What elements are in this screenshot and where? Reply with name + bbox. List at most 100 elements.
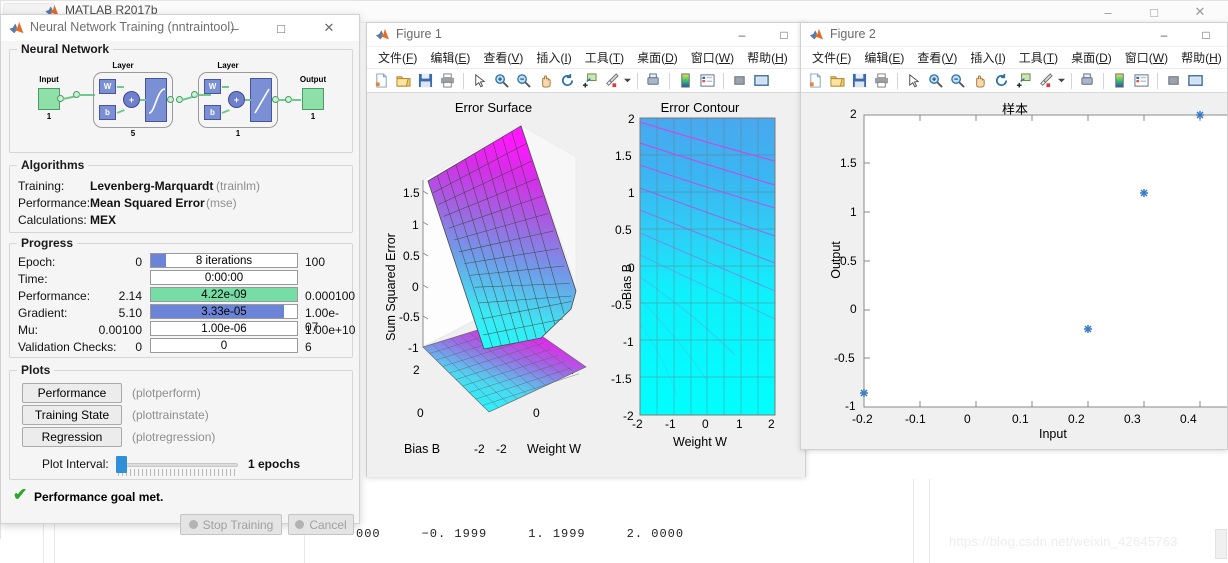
- figure-2-maximize-button[interactable]: □: [1185, 23, 1227, 47]
- print-figure-icon[interactable]: [871, 71, 892, 91]
- menu-tools[interactable]: 工具(T): [579, 48, 631, 67]
- brush-dropdown-icon[interactable]: [1057, 71, 1066, 91]
- wire-f: [291, 99, 301, 101]
- rotate-3d-icon[interactable]: [991, 71, 1012, 91]
- error-surface-axes[interactable]: Error Surface Sum Squared Error 1.5 1 0.…: [371, 95, 616, 470]
- nntraintool-minimize-button[interactable]: –: [215, 15, 255, 41]
- figure-1-toolbar[interactable]: [367, 69, 805, 93]
- figure-1-menubar[interactable]: 文件(F) 编辑(E) 查看(V) 插入(I) 工具(T) 桌面(D) 窗口(W…: [367, 47, 805, 69]
- layer1-weight-block: W: [99, 79, 116, 94]
- figure-2-titlebar[interactable]: Figure 2 – □: [801, 23, 1227, 47]
- matlab-logo-icon: [376, 28, 389, 40]
- menu-window[interactable]: 窗口(W): [1119, 48, 1175, 67]
- open-file-icon[interactable]: [393, 71, 414, 91]
- insert-colorbar-icon[interactable]: [1077, 71, 1098, 91]
- output-caption: Output: [299, 75, 327, 84]
- sample-scatter-axes[interactable]: 样本 Output Input 2 1.5 1 0.5 0 -0.5 -1 -0…: [801, 93, 1227, 449]
- save-figure-icon[interactable]: [415, 71, 436, 91]
- menu-help[interactable]: 帮助(H): [741, 48, 795, 67]
- matlab-close-button[interactable]: ✕: [1177, 1, 1223, 23]
- menu-desktop[interactable]: 桌面(D): [1065, 48, 1119, 67]
- print-figure-icon[interactable]: [437, 71, 458, 91]
- figure-2-minimize-button[interactable]: –: [1143, 23, 1185, 47]
- rotate-3d-icon[interactable]: [557, 71, 578, 91]
- figure-1-canvas[interactable]: Error Surface Sum Squared Error 1.5 1 0.…: [367, 93, 805, 477]
- figure-2-menubar[interactable]: 文件(F) 编辑(E) 查看(V) 插入(I) 工具(T) 桌面(D) 窗口(W…: [801, 47, 1227, 69]
- hide-plot-tools-icon[interactable]: [729, 71, 750, 91]
- figure-2-canvas[interactable]: 样本 Output Input 2 1.5 1 0.5 0 -0.5 -1 -0…: [801, 93, 1227, 449]
- colorbar-icon[interactable]: [1109, 71, 1130, 91]
- brush-icon[interactable]: [601, 71, 622, 91]
- training-key: Training:: [18, 179, 65, 193]
- colorbar-icon[interactable]: [675, 71, 696, 91]
- command-window-scrollbar[interactable]: [1215, 529, 1227, 559]
- menu-edit[interactable]: 编辑(E): [858, 48, 911, 67]
- wire-w1: [117, 86, 124, 88]
- nntraintool-close-button[interactable]: ✕: [309, 15, 349, 41]
- watermark-text: https://blog.csdn.net/weixin_42645763: [949, 534, 1178, 549]
- save-figure-icon[interactable]: [849, 71, 870, 91]
- menu-window[interactable]: 窗口(W): [685, 48, 741, 67]
- data-cursor-icon[interactable]: [579, 71, 600, 91]
- matlab-maximize-button[interactable]: □: [1131, 1, 1177, 23]
- mu-progress-bar: 1.00e-06: [150, 321, 298, 336]
- regression-plot-button[interactable]: Regression: [22, 427, 122, 447]
- nntraintool-maximize-button[interactable]: □: [261, 15, 301, 41]
- figure-1-window[interactable]: Figure 1 – □ 文件(F) 编辑(E) 查看(V) 插入(I) 工具(…: [366, 22, 806, 477]
- figure-2-toolbar[interactable]: [801, 69, 1227, 93]
- performance-plot-button[interactable]: Performance: [22, 383, 122, 403]
- brush-dropdown-icon[interactable]: [623, 71, 632, 91]
- figure-1-minimize-button[interactable]: –: [721, 23, 763, 47]
- pointer-icon[interactable]: [469, 71, 490, 91]
- neural-network-diagram: Input Layer Layer Output 1 W b + 5 W b +…: [10, 50, 354, 154]
- menu-tools[interactable]: 工具(T): [1013, 48, 1065, 67]
- figure-2-window[interactable]: Figure 2 – □ 文件(F) 编辑(E) 查看(V) 插入(I) 工具(…: [800, 22, 1228, 450]
- zoom-out-icon[interactable]: [513, 71, 534, 91]
- error-contour-axes[interactable]: Error Contour Bias B Weight W 2 1.5 1 0.…: [611, 95, 805, 470]
- zoom-in-icon[interactable]: [491, 71, 512, 91]
- nntraintool-titlebar[interactable]: Neural Network Training (nntraintool) – …: [1, 15, 359, 41]
- matlab-minimize-button[interactable]: –: [1085, 1, 1131, 23]
- layer1-bias-block: b: [99, 105, 116, 120]
- show-plot-tools-icon[interactable]: [1185, 71, 1206, 91]
- stop-training-button[interactable]: Stop Training: [180, 514, 282, 535]
- progress-legend: Progress: [17, 236, 78, 250]
- validation-checks-progress-text: 0: [220, 339, 228, 352]
- data-cursor-icon[interactable]: [1013, 71, 1034, 91]
- menu-edit[interactable]: 编辑(E): [424, 48, 477, 67]
- menu-view[interactable]: 查看(V): [477, 48, 530, 67]
- legend-icon[interactable]: [697, 71, 718, 91]
- pan-icon[interactable]: [535, 71, 556, 91]
- cancel-button[interactable]: Cancel: [288, 514, 354, 535]
- zoom-in-icon[interactable]: [925, 71, 946, 91]
- menu-desktop[interactable]: 桌面(D): [631, 48, 685, 67]
- menu-insert[interactable]: 插入(I): [530, 48, 578, 67]
- nntraintool-dialog[interactable]: Neural Network Training (nntraintool) – …: [0, 14, 360, 535]
- menu-insert[interactable]: 插入(I): [964, 48, 1012, 67]
- hide-plot-tools-icon[interactable]: [1163, 71, 1184, 91]
- panel-divider-2: [54, 524, 55, 563]
- plot-interval-slider-thumb[interactable]: [116, 456, 127, 473]
- pointer-icon[interactable]: [903, 71, 924, 91]
- insert-colorbar-icon[interactable]: [643, 71, 664, 91]
- menu-file[interactable]: 文件(F): [372, 48, 424, 67]
- new-figure-icon[interactable]: [805, 71, 826, 91]
- figure-1-titlebar[interactable]: Figure 1 – □: [367, 23, 805, 47]
- training-function: (trainlm): [216, 179, 260, 193]
- menu-view[interactable]: 查看(V): [911, 48, 964, 67]
- show-plot-tools-icon[interactable]: [751, 71, 772, 91]
- zoom-out-icon[interactable]: [947, 71, 968, 91]
- performance-min: 2.14: [118, 289, 142, 303]
- validation-checks-progress-bar: 0: [150, 338, 298, 353]
- open-file-icon[interactable]: [827, 71, 848, 91]
- legend-icon[interactable]: [1131, 71, 1152, 91]
- training-state-plot-button[interactable]: Training State: [22, 405, 122, 425]
- menu-help[interactable]: 帮助(H): [1175, 48, 1228, 67]
- layer1-sum-node: +: [123, 91, 140, 108]
- pan-icon[interactable]: [969, 71, 990, 91]
- plot-interval-slider-track[interactable]: [118, 463, 238, 467]
- menu-file[interactable]: 文件(F): [806, 48, 858, 67]
- figure-1-maximize-button[interactable]: □: [763, 23, 805, 47]
- new-figure-icon[interactable]: [371, 71, 392, 91]
- brush-icon[interactable]: [1035, 71, 1056, 91]
